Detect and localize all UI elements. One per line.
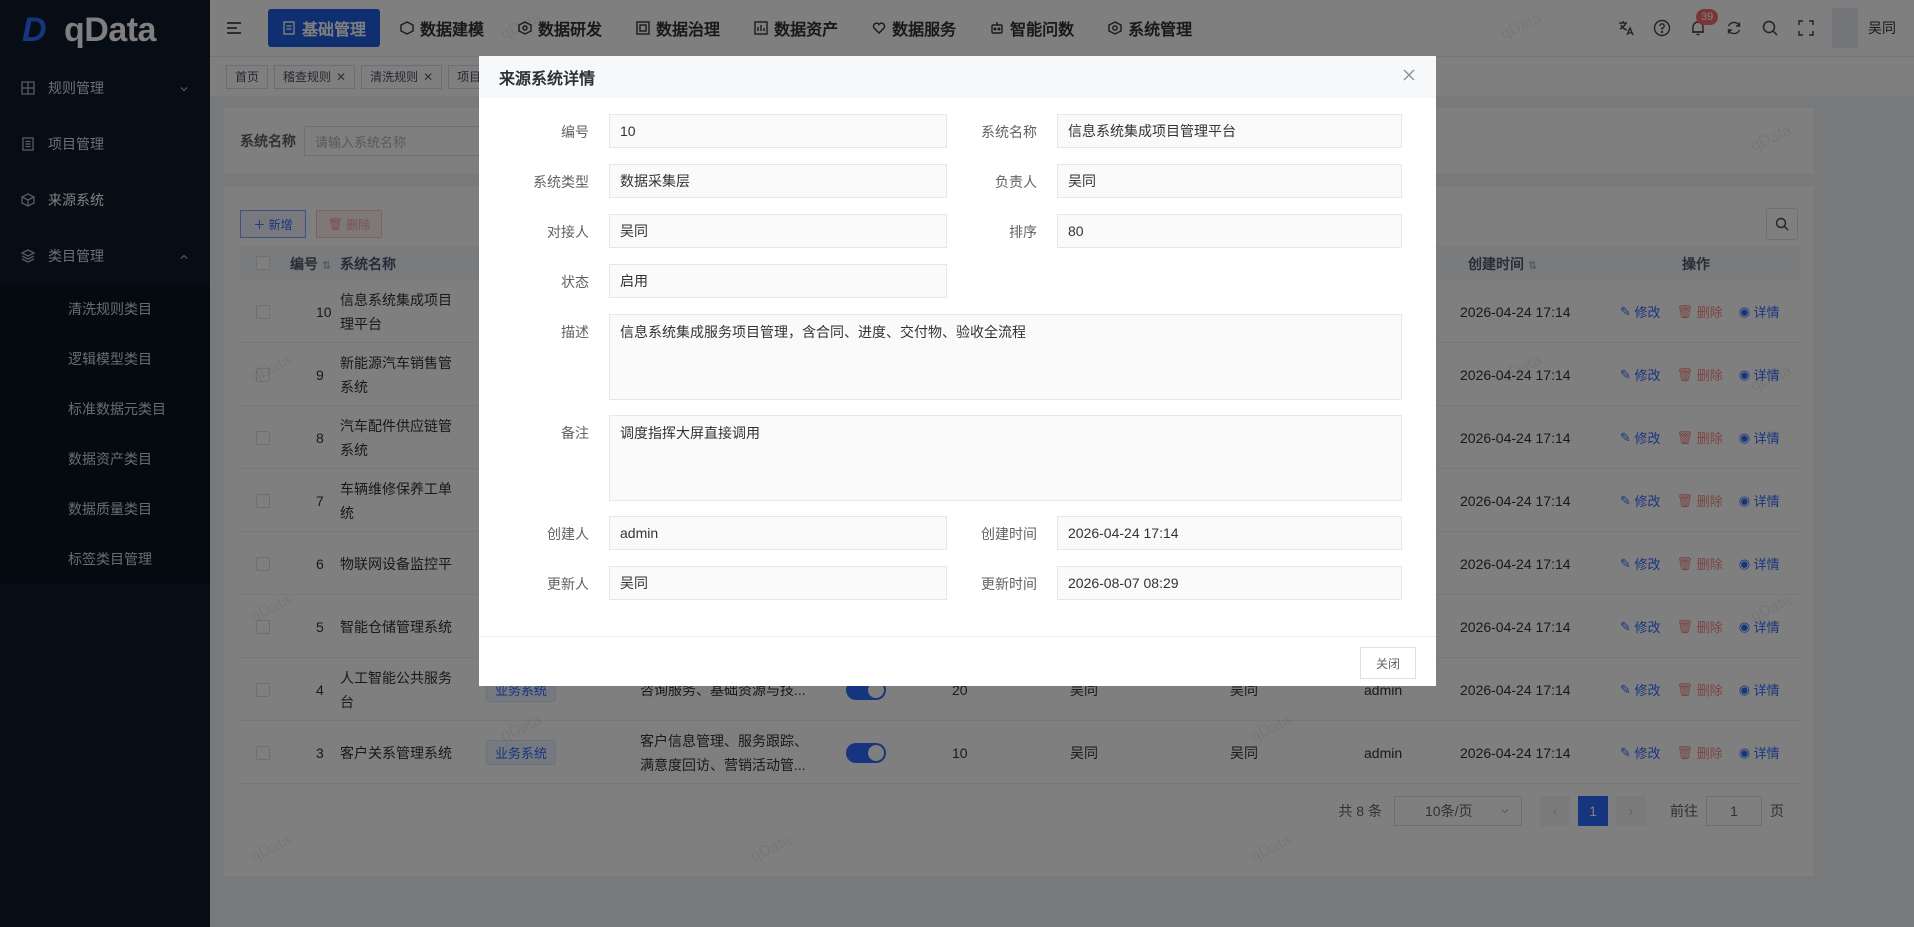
- dialog-header: 来源系统详情: [479, 56, 1436, 98]
- field-label-created: 创建时间: [981, 526, 1037, 542]
- dialog-body: 编号 10 系统名称 信息系统集成项目管理平台 系统类型 数据采集层 负责人 吴…: [479, 98, 1436, 636]
- source-system-detail-dialog: 来源系统详情 编号 10 系统名称 信息系统集成项目管理平台 系统类型 数据采集…: [479, 56, 1436, 686]
- field-label-type: 系统类型: [533, 174, 589, 190]
- field-label-status: 状态: [561, 274, 589, 290]
- field-label-id: 编号: [561, 124, 589, 140]
- field-owner[interactable]: 吴同: [1057, 164, 1402, 198]
- field-created[interactable]: 2026-04-24 17:14: [1057, 516, 1402, 550]
- field-creator[interactable]: admin: [609, 516, 947, 550]
- field-label-creator: 创建人: [547, 526, 589, 542]
- field-label-updater: 更新人: [547, 576, 589, 592]
- field-remark[interactable]: 调度指挥大屏直接调用: [609, 415, 1402, 501]
- field-name[interactable]: 信息系统集成项目管理平台: [1057, 114, 1402, 148]
- close-icon[interactable]: [1402, 68, 1418, 84]
- field-status[interactable]: 启用: [609, 264, 947, 298]
- field-label-remark: 备注: [561, 425, 589, 441]
- field-updated[interactable]: 2026-08-07 08:29: [1057, 566, 1402, 600]
- field-label-desc: 描述: [561, 324, 589, 340]
- field-contact[interactable]: 吴同: [609, 214, 947, 248]
- field-label-contact: 对接人: [547, 224, 589, 240]
- field-description[interactable]: 信息系统集成服务项目管理，含合同、进度、交付物、验收全流程: [609, 314, 1402, 400]
- close-button[interactable]: 关闭: [1360, 647, 1416, 679]
- field-label-updated: 更新时间: [981, 576, 1037, 592]
- field-label-sort: 排序: [1009, 224, 1037, 240]
- dialog-footer: 关闭: [479, 636, 1436, 686]
- field-label-owner: 负责人: [995, 174, 1037, 190]
- field-id[interactable]: 10: [609, 114, 947, 148]
- field-label-name: 系统名称: [981, 124, 1037, 140]
- field-updater[interactable]: 吴同: [609, 566, 947, 600]
- dialog-title: 来源系统详情: [499, 71, 596, 88]
- field-type[interactable]: 数据采集层: [609, 164, 947, 198]
- field-sort[interactable]: 80: [1057, 214, 1402, 248]
